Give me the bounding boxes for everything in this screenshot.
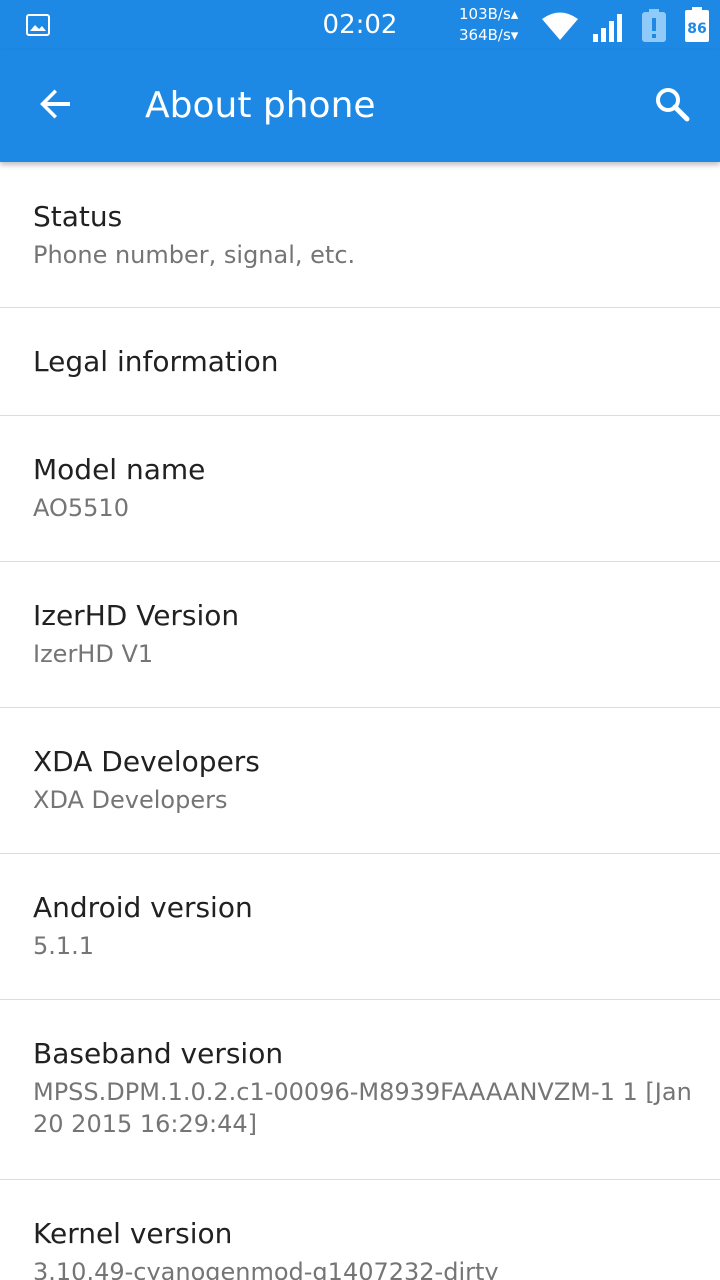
alert-icon — [640, 9, 668, 43]
search-icon — [653, 85, 691, 127]
wifi-icon — [540, 10, 580, 42]
search-button[interactable] — [644, 78, 700, 134]
item-summary: XDA Developers — [33, 786, 228, 814]
list-item-android-version[interactable]: Android version 5.1.1 — [0, 854, 720, 1000]
list-item-xda-developers[interactable]: XDA Developers XDA Developers — [0, 708, 720, 854]
item-summary: 5.1.1 — [33, 932, 95, 960]
list-item-legal-information[interactable]: Legal information — [0, 308, 720, 416]
item-title: Legal information — [33, 345, 279, 378]
item-title: Android version — [33, 891, 253, 924]
arrow-back-icon — [38, 86, 74, 126]
download-speed: 364B/s — [459, 26, 511, 44]
download-arrow-icon: ▾ — [510, 26, 519, 44]
network-speed: 103B/s▴ 364B/s▾ — [459, 4, 535, 46]
battery-level: 86 — [687, 21, 706, 37]
list-item-status[interactable]: Status Phone number, signal, etc. — [0, 162, 720, 308]
toolbar: About phone — [0, 50, 720, 162]
status-bar: 02:02 103B/s▴ 364B/s▾ 86 — [0, 0, 720, 50]
item-summary: 3.10.49-cyanogenmod-g1407232-dirty — [33, 1258, 499, 1280]
battery-icon: 86 — [684, 7, 710, 43]
item-summary: AO5510 — [33, 494, 129, 522]
item-summary: Phone number, signal, etc. — [33, 241, 356, 269]
item-summary: IzerHD V1 — [33, 640, 154, 668]
about-phone-screen: 02:02 103B/s▴ 364B/s▾ 86 About phone Sta… — [0, 0, 720, 1280]
item-title: Baseband version — [33, 1037, 284, 1070]
item-title: IzerHD Version — [33, 599, 240, 632]
list-item-izerhd-version[interactable]: IzerHD Version IzerHD V1 — [0, 562, 720, 708]
list-item-kernel-version[interactable]: Kernel version 3.10.49-cyanogenmod-g1407… — [0, 1180, 720, 1280]
list-item-baseband-version[interactable]: Baseband version MPSS.DPM.1.0.2.c1-00096… — [0, 1000, 720, 1180]
upload-speed: 103B/s — [459, 5, 511, 23]
list-item-model-name[interactable]: Model name AO5510 — [0, 416, 720, 562]
item-title: Model name — [33, 453, 206, 486]
cell-signal-icon — [592, 12, 624, 42]
page-title: About phone — [145, 85, 376, 126]
settings-list: Status Phone number, signal, etc. Legal … — [0, 162, 720, 1280]
item-title: XDA Developers — [33, 745, 260, 778]
upload-arrow-icon: ▴ — [510, 5, 519, 23]
item-title: Kernel version — [33, 1217, 233, 1250]
item-title: Status — [33, 200, 123, 233]
back-button[interactable] — [28, 78, 84, 134]
item-summary: MPSS.DPM.1.0.2.c1-00096-M8939FAAAANVZM-1… — [33, 1078, 692, 1138]
